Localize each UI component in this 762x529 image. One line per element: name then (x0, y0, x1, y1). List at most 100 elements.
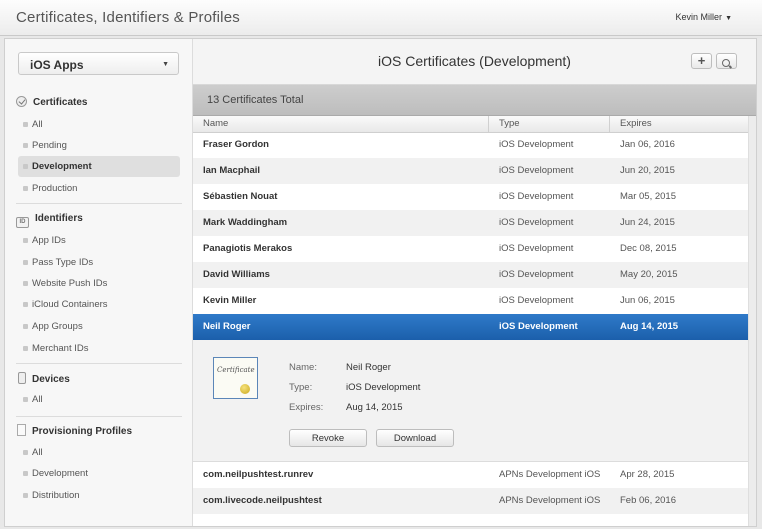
table-row[interactable]: com.neilpushtest.runrev APNs Development… (193, 462, 748, 488)
sidebar-item-profiles-distribution[interactable]: Distribution (18, 485, 180, 506)
section-title: Identifiers (35, 213, 83, 224)
detail-expires-label: Expires: (289, 402, 324, 413)
sidebar-item-website-push-ids[interactable]: Website Push IDs (18, 273, 180, 294)
table-header: Name Type Expires (193, 116, 748, 133)
cell-type: iOS Development (499, 191, 574, 202)
table-row[interactable]: David Williams iOS Development May 20, 2… (193, 262, 748, 288)
cell-expires: Apr 28, 2015 (620, 469, 675, 480)
section-devices: Devices (16, 372, 70, 386)
sidebar-item-app-groups[interactable]: App Groups (18, 316, 180, 337)
add-button[interactable]: + (691, 53, 712, 69)
cell-type: APNs Development iOS (499, 495, 601, 506)
section-certificates: Certificates (16, 96, 87, 110)
divider (16, 363, 182, 364)
cell-type: iOS Development (499, 269, 574, 280)
user-menu[interactable]: Kevin Miller ▼ (676, 12, 732, 22)
sidebar-item-app-ids[interactable]: App IDs (18, 230, 180, 251)
certificate-image: Certificate (213, 357, 258, 399)
platform-select[interactable]: iOS Apps ▼ (18, 52, 179, 75)
cell-expires: Feb 06, 2016 (620, 495, 676, 506)
sidebar-item-profiles-development[interactable]: Development (18, 463, 180, 484)
column-header-type[interactable]: Type (489, 116, 609, 132)
cell-type: iOS Development (499, 165, 574, 176)
cell-name: Sébastien Nouat (203, 191, 278, 202)
cell-name: David Williams (203, 269, 270, 280)
cell-name: com.livecode.neilpushtest (203, 495, 322, 506)
id-icon: ID (16, 217, 29, 228)
main-header: iOS Certificates (Development) + (193, 39, 756, 85)
certificate-image-text: Certificate (217, 366, 255, 374)
table-row[interactable]: Mark Waddingham iOS Development Jun 24, … (193, 210, 748, 236)
detail-type-label: Type: (289, 382, 313, 393)
table-scrollbar[interactable] (748, 116, 756, 526)
table-row[interactable]: Kevin Miller iOS Development Jun 06, 201… (193, 288, 748, 314)
search-icon (721, 59, 730, 67)
section-identifiers: ID Identifiers (16, 212, 83, 228)
table-row[interactable]: Ian Macphail iOS Development Jun 20, 201… (193, 158, 748, 184)
sidebar-item-devices-all[interactable]: All (18, 389, 180, 410)
table-row[interactable]: Fraser Gordon iOS Development Jan 06, 20… (193, 132, 748, 158)
total-bar: 13 Certificates Total (193, 85, 756, 116)
page-title: iOS Certificates (Development) (378, 53, 571, 69)
download-button[interactable]: Download (376, 429, 454, 447)
revoke-button[interactable]: Revoke (289, 429, 367, 447)
cell-type: iOS Development (499, 217, 574, 228)
device-icon (18, 372, 26, 384)
sidebar: iOS Apps ▼ Certificates All Pending Deve… (5, 39, 193, 526)
detail-name-label: Name: (289, 362, 317, 373)
app-title: Certificates, Identifiers & Profiles (16, 9, 240, 26)
cell-type: iOS Development (499, 295, 574, 306)
main-panel: iOS Certificates (Development) + 13 Cert… (193, 39, 756, 526)
table-row[interactable]: com.livecode.neilpushtest APNs Developme… (193, 488, 748, 514)
cell-expires: Jun 20, 2015 (620, 165, 675, 176)
search-button[interactable] (716, 53, 737, 69)
cell-expires: Dec 08, 2015 (620, 243, 677, 254)
section-title: Certificates (33, 97, 88, 108)
section-title: Provisioning Profiles (32, 426, 133, 437)
cell-expires: Mar 05, 2015 (620, 191, 676, 202)
table-row-selected[interactable]: Neil Roger iOS Development Aug 14, 2015 (193, 314, 748, 340)
cell-expires: Jun 24, 2015 (620, 217, 675, 228)
cell-name: Mark Waddingham (203, 217, 288, 228)
sidebar-item-certificates-all[interactable]: All (18, 114, 180, 135)
cell-name: Kevin Miller (203, 295, 257, 306)
cell-expires: May 20, 2015 (620, 269, 678, 280)
cell-type: iOS Development (499, 243, 574, 254)
cell-type: APNs Development iOS (499, 469, 601, 480)
sidebar-item-profiles-all[interactable]: All (18, 442, 180, 463)
sidebar-item-certificates-development[interactable]: Development (18, 156, 180, 177)
detail-expires-value: Aug 14, 2015 (346, 402, 403, 413)
cell-name: com.neilpushtest.runrev (203, 469, 314, 480)
cell-type: iOS Development (499, 139, 574, 150)
cell-name: Neil Roger (203, 321, 251, 332)
divider (16, 203, 182, 204)
table-row[interactable]: Sébastien Nouat iOS Development Mar 05, … (193, 184, 748, 210)
chevron-down-icon: ▼ (725, 15, 732, 22)
seal-icon (240, 384, 250, 394)
section-title: Devices (32, 374, 70, 385)
detail-name-value: Neil Roger (346, 362, 391, 373)
top-bar: Certificates, Identifiers & Profiles Kev… (0, 0, 762, 36)
sidebar-item-pass-type-ids[interactable]: Pass Type IDs (18, 252, 180, 273)
certificate-detail-panel: Certificate Name: Neil Roger Type: iOS D… (193, 340, 748, 462)
user-name: Kevin Miller (675, 12, 723, 22)
divider (16, 416, 182, 417)
plus-icon: + (697, 53, 706, 68)
table-row[interactable]: Panagiotis Merakos iOS Development Dec 0… (193, 236, 748, 262)
certificate-count: 13 Certificates Total (207, 94, 304, 106)
sidebar-item-certificates-pending[interactable]: Pending (18, 135, 180, 156)
cell-expires: Jun 06, 2015 (620, 295, 675, 306)
detail-type-value: iOS Development (346, 382, 421, 393)
sidebar-item-merchant-ids[interactable]: Merchant IDs (18, 338, 180, 359)
certificate-icon (16, 96, 27, 107)
profile-icon (17, 424, 26, 436)
column-header-name[interactable]: Name (193, 116, 488, 132)
chevron-down-icon: ▼ (162, 61, 169, 68)
cell-expires: Aug 14, 2015 (620, 321, 679, 332)
sidebar-item-icloud-containers[interactable]: iCloud Containers (18, 294, 180, 315)
sidebar-item-certificates-production[interactable]: Production (18, 178, 180, 199)
platform-select-value: iOS Apps (30, 58, 84, 72)
cell-expires: Jan 06, 2016 (620, 139, 675, 150)
column-header-expires[interactable]: Expires (610, 116, 740, 132)
cell-name: Fraser Gordon (203, 139, 269, 150)
